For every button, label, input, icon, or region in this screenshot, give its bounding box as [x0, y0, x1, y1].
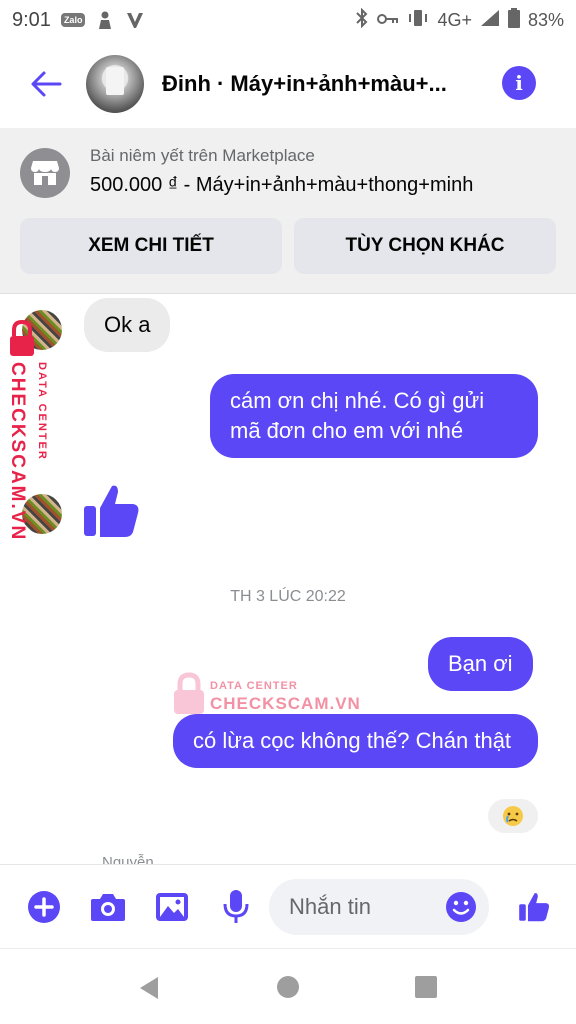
- shop-icon: [20, 148, 70, 198]
- nav-recents-button[interactable]: [414, 975, 438, 1004]
- microphone-icon: [223, 890, 249, 923]
- battery-level: 83%: [527, 9, 564, 30]
- camera-icon: [91, 894, 125, 921]
- timestamp: TH 3 LÚC 20:22: [230, 588, 346, 605]
- message-list[interactable]: Ok a cám ơn chị nhé. Có gì gửi mã đơn ch…: [0, 294, 576, 864]
- bluetooth-icon: [355, 7, 369, 33]
- view-details-button[interactable]: XEM CHI TIẾT: [20, 218, 282, 274]
- circle-home-icon: [277, 976, 299, 998]
- message-out[interactable]: cám ơn chị nhé. Có gì gửi mã đơn cho em …: [210, 374, 538, 458]
- like-button[interactable]: [516, 889, 552, 925]
- marketplace-card: Bài niêm yết trên Marketplace 500.000 ₫ …: [0, 128, 576, 294]
- triangle-back-icon: [140, 977, 158, 999]
- network-label: 4G+: [437, 9, 472, 30]
- sender-avatar[interactable]: [22, 310, 62, 350]
- v-icon: [125, 10, 145, 30]
- composer-bar: Nhắn tin: [0, 864, 576, 948]
- like-thumb-icon[interactable]: [80, 480, 142, 547]
- voice-button[interactable]: [218, 889, 254, 925]
- contact-title[interactable]: Đinh · Máy+in+ảnh+màu+...: [162, 71, 447, 97]
- person-icon: [95, 10, 115, 30]
- back-button[interactable]: [24, 62, 68, 106]
- system-nav-bar: [0, 948, 576, 1024]
- key-icon: [377, 10, 399, 31]
- message-input-placeholder: Nhắn tin: [289, 894, 371, 919]
- nav-back-button[interactable]: [136, 975, 162, 1006]
- contact-avatar[interactable]: [86, 55, 144, 113]
- plus-icon: [28, 891, 60, 923]
- arrow-left-icon: [31, 71, 62, 97]
- plus-button[interactable]: [26, 889, 62, 925]
- camera-button[interactable]: [90, 889, 126, 925]
- signal-icon: [480, 9, 500, 32]
- nav-home-button[interactable]: [276, 975, 300, 1004]
- zalo-icon: Zalo: [60, 13, 86, 27]
- listing-title[interactable]: 500.000 ₫ - Máy+in+ảnh+màu+thong+minh: [90, 174, 473, 197]
- like-thumb-icon: [519, 893, 550, 922]
- message-out[interactable]: Bạn ơi: [428, 637, 533, 691]
- vibrate-icon: [407, 9, 429, 32]
- square-recents-icon: [415, 976, 437, 998]
- marketplace-subtitle: Bài niêm yết trên Marketplace: [90, 146, 315, 165]
- message-in[interactable]: Ok a: [84, 298, 171, 352]
- status-bar: 9:01 Zalo 4G+ 83%: [0, 0, 576, 40]
- sender-avatar[interactable]: [22, 494, 62, 534]
- crying-face-icon[interactable]: [488, 799, 538, 833]
- message-input[interactable]: Nhắn tin: [269, 879, 489, 935]
- seen-indicator: Nguyễn: [102, 854, 154, 864]
- info-button[interactable]: i: [502, 66, 536, 100]
- image-icon: [156, 893, 188, 921]
- message-out[interactable]: có lừa cọc không thế? Chán thật: [173, 714, 538, 768]
- gallery-button[interactable]: [154, 889, 190, 925]
- more-options-button[interactable]: TÙY CHỌN KHÁC: [294, 218, 556, 274]
- info-icon: i: [515, 71, 523, 95]
- conversation-header: Đinh · Máy+in+ảnh+màu+... i: [0, 40, 576, 128]
- status-time: 9:01: [12, 8, 51, 31]
- battery-icon: [507, 7, 520, 33]
- emoji-icon[interactable]: [445, 891, 477, 923]
